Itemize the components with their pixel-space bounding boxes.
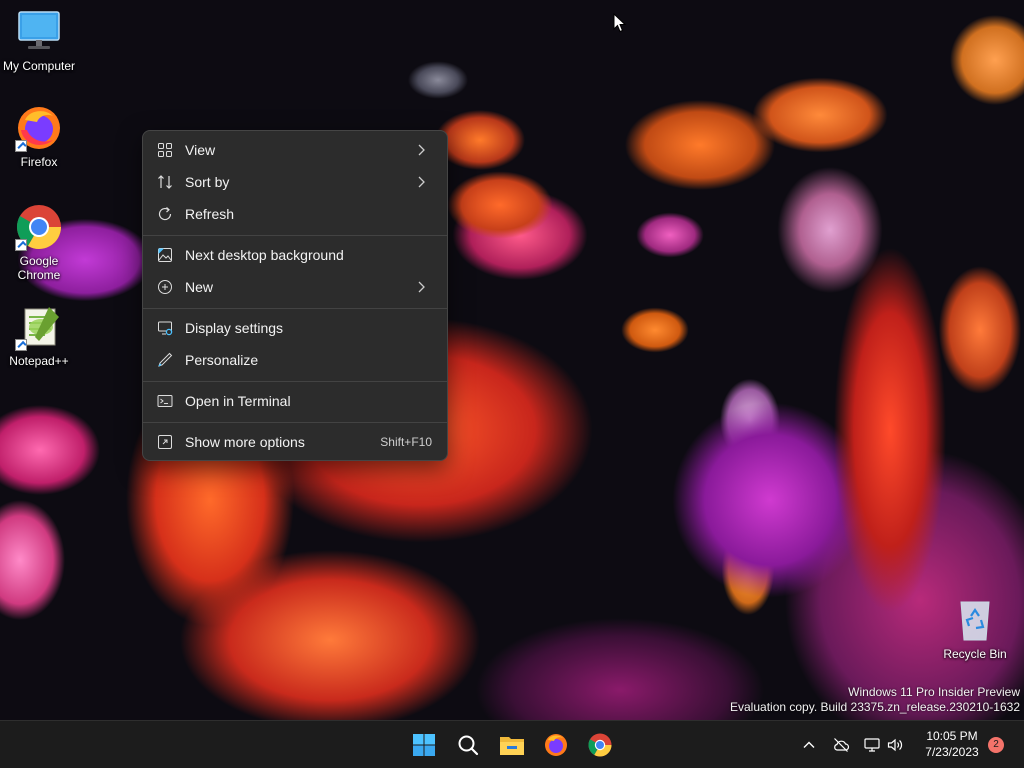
chevron-right-icon <box>418 176 425 188</box>
menu-item-display-settings[interactable]: Display settings <box>147 313 443 343</box>
display-settings-icon <box>158 321 173 336</box>
terminal-icon <box>157 395 173 407</box>
menu-item-label: Refresh <box>185 206 235 222</box>
menu-item-label: View <box>185 142 216 158</box>
chrome-icon <box>15 203 63 251</box>
menu-item-label: New <box>185 279 214 295</box>
chevron-right-icon <box>418 281 425 293</box>
chrome-icon <box>588 733 612 757</box>
search-icon <box>458 735 479 756</box>
desktop-icon-my-computer[interactable]: My Computer <box>1 8 77 73</box>
menu-item-label: Open in Terminal <box>185 393 291 409</box>
refresh-icon <box>158 207 172 221</box>
more-options-icon <box>158 435 172 449</box>
network-icon[interactable] <box>863 736 881 754</box>
shortcut-arrow-icon <box>15 140 27 152</box>
firefox-icon <box>545 734 567 756</box>
pen-icon <box>158 352 173 367</box>
menu-item-refresh[interactable]: Refresh <box>147 199 443 229</box>
clock-date: 7/23/2023 <box>925 745 979 759</box>
menu-item-view[interactable]: View <box>147 135 443 165</box>
recycle-bin-icon <box>951 596 999 644</box>
menu-item-show-more-options[interactable]: Show more options Shift+F10 <box>147 427 443 457</box>
menu-item-label: Next desktop background <box>185 247 344 263</box>
taskbar: 10:05 PM 7/23/2023 2 <box>0 720 1024 768</box>
chevron-right-icon <box>418 144 425 156</box>
mouse-cursor-icon <box>613 13 627 33</box>
taskbar-clock[interactable]: 10:05 PM 7/23/2023 <box>912 728 992 760</box>
desktop-icon-firefox[interactable]: Firefox <box>1 104 77 169</box>
menu-item-personalize[interactable]: Personalize <box>147 345 443 375</box>
desktop-icon-label: Google Chrome <box>17 254 61 282</box>
menu-separator <box>143 422 447 423</box>
start-icon <box>413 734 435 756</box>
menu-item-label: Show more options <box>185 434 305 450</box>
menu-item-sort-by[interactable]: Sort by <box>147 167 443 197</box>
menu-separator <box>143 308 447 309</box>
menu-item-new[interactable]: New <box>147 272 443 302</box>
notification-badge[interactable]: 2 <box>988 737 1004 753</box>
clock-time: 10:05 PM <box>926 729 978 743</box>
grid-icon <box>158 143 172 157</box>
desktop-icon-label: Firefox <box>20 155 58 169</box>
menu-separator <box>143 381 447 382</box>
wallpaper-icon <box>158 248 172 262</box>
file-explorer-icon <box>500 737 524 755</box>
plus-circle-icon <box>158 280 172 294</box>
menu-item-open-in-terminal[interactable]: Open in Terminal <box>147 386 443 416</box>
desktop-context-menu: View Sort by Refresh Next desktop backgr… <box>142 130 448 461</box>
shortcut-arrow-icon <box>15 339 27 351</box>
desktop-icon-label: Notepad++ <box>9 354 69 368</box>
cloud-offline-icon[interactable] <box>832 736 850 754</box>
desktop-icon-google-chrome[interactable]: Google Chrome <box>1 203 77 282</box>
desktop-icon-notepadpp[interactable]: Notepad++ <box>1 303 77 368</box>
watermark-line-edition: Windows 11 Pro Insider Preview <box>848 685 1020 699</box>
menu-item-label: Personalize <box>185 352 259 368</box>
taskbar-file-explorer-button[interactable] <box>496 729 528 761</box>
watermark-line-build: Evaluation copy. Build 23375.zn_release.… <box>730 700 1020 714</box>
volume-icon[interactable] <box>886 736 904 754</box>
taskbar-firefox-button[interactable] <box>540 729 572 761</box>
desktop-icon-label: My Computer <box>2 59 76 73</box>
menu-item-shortcut: Shift+F10 <box>380 435 432 449</box>
menu-item-next-desktop-background[interactable]: Next desktop background <box>147 240 443 270</box>
sort-icon <box>158 175 172 189</box>
os-watermark: Windows 11 Pro Insider Preview Evaluatio… <box>730 685 1020 715</box>
start-button[interactable] <box>408 729 440 761</box>
menu-item-label: Sort by <box>185 174 230 190</box>
monitor-icon <box>15 8 63 56</box>
firefox-icon <box>15 104 63 152</box>
desktop-icon-label: Recycle Bin <box>943 647 1007 661</box>
notepadpp-icon <box>15 303 63 351</box>
menu-separator <box>143 235 447 236</box>
menu-item-label: Display settings <box>185 320 284 336</box>
chevron-up-icon[interactable] <box>800 736 818 754</box>
taskbar-search-button[interactable] <box>452 729 484 761</box>
taskbar-chrome-button[interactable] <box>584 729 616 761</box>
shortcut-arrow-icon <box>15 239 27 251</box>
desktop-icon-recycle-bin[interactable]: Recycle Bin <box>937 596 1013 661</box>
